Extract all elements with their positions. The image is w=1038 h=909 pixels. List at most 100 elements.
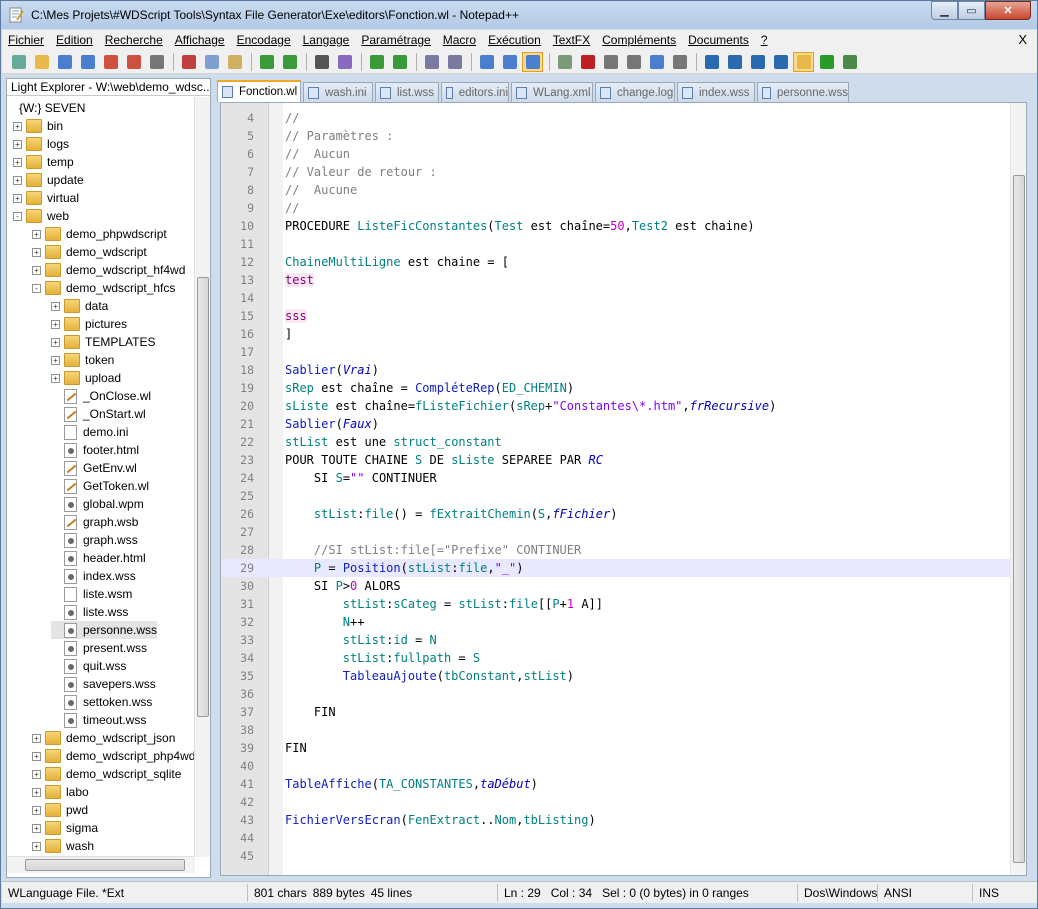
code-line[interactable]: 42 xyxy=(221,793,1011,811)
code-line[interactable]: 23 POUR TOUTE CHAINE S DE sListe SEPAREE … xyxy=(221,451,1011,469)
expand-icon[interactable]: + xyxy=(13,139,22,149)
explorer-hscroll-thumb[interactable] xyxy=(25,859,185,871)
tree-item[interactable]: + labo xyxy=(32,783,89,801)
menu-compl-ments[interactable]: Compléments xyxy=(596,33,682,47)
status-eol[interactable]: Dos\Windows xyxy=(798,883,878,902)
code-line[interactable]: 10 PROCEDURE ListeFicConstantes(Test est … xyxy=(221,217,1011,235)
code-line[interactable]: 31 stList:sCateg = stList:file[[P+1 A]] xyxy=(221,595,1011,613)
menu-documents[interactable]: Documents xyxy=(682,33,755,47)
save-macro-button[interactable] xyxy=(669,52,690,72)
code-line[interactable]: 27 xyxy=(221,523,1011,541)
close-button[interactable] xyxy=(100,52,121,72)
paste-button[interactable] xyxy=(224,52,245,72)
menu-macro[interactable]: Macro xyxy=(437,33,482,47)
code-line[interactable]: 25 xyxy=(221,487,1011,505)
code-line[interactable]: 34 stList:fullpath = S xyxy=(221,649,1011,667)
menu-edition[interactable]: Edition xyxy=(50,33,99,47)
tree-item[interactable]: + temp xyxy=(13,153,74,171)
tree-item[interactable]: personne.wss xyxy=(51,621,158,639)
tree-item[interactable]: footer.html xyxy=(51,441,139,459)
tree-item[interactable]: {W:} SEVEN xyxy=(17,99,85,117)
tab-index-wss[interactable]: index.wss xyxy=(677,82,755,102)
code-line[interactable]: 22 stList est une struct_constant xyxy=(221,433,1011,451)
tree-item[interactable]: + demo_wdscript_sqlite xyxy=(32,765,181,783)
menu-help[interactable]: ? xyxy=(755,33,774,47)
minimize-button[interactable]: ▁ xyxy=(931,1,958,20)
code-line[interactable]: 32 N++ xyxy=(221,613,1011,631)
tab-wlang-xml[interactable]: WLang.xml xyxy=(511,82,593,102)
tree-item[interactable]: + logs xyxy=(13,135,69,153)
code-line[interactable]: 26 stList:file() = fExtraitChemin(S,fFic… xyxy=(221,505,1011,523)
code-line[interactable]: 41 TableAffiche(TA_CONSTANTES,taDébut) xyxy=(221,775,1011,793)
expand-icon[interactable]: + xyxy=(51,355,60,365)
tree-item[interactable]: - web xyxy=(13,207,69,225)
tree-item[interactable]: + upload xyxy=(51,369,121,387)
tree-item[interactable]: + demo_wdscript_php4wd xyxy=(32,747,195,765)
close-document-button[interactable]: X xyxy=(1018,32,1027,47)
tree-item[interactable]: timeout.wss xyxy=(51,711,146,729)
tree-item[interactable]: + demo_wdscript_json xyxy=(32,729,175,747)
tree-item[interactable]: graph.wss xyxy=(51,531,138,549)
tree-item[interactable]: + sigma xyxy=(32,819,98,837)
code-line[interactable]: 4 // xyxy=(221,109,1011,127)
tree-item[interactable]: + demo_wdscript xyxy=(32,243,147,261)
code-line[interactable]: 24 SI S="" CONTINUER xyxy=(221,469,1011,487)
code-line[interactable]: 36 xyxy=(221,685,1011,703)
folder-panel-button[interactable] xyxy=(793,51,814,72)
menu-recherche[interactable]: Recherche xyxy=(99,33,169,47)
expand-icon[interactable]: + xyxy=(32,841,41,851)
code-line[interactable]: 9 // xyxy=(221,199,1011,217)
menu-ex-cution[interactable]: Exécution xyxy=(482,33,547,47)
expand-icon[interactable]: + xyxy=(51,319,60,329)
expand-icon[interactable]: + xyxy=(32,265,41,275)
tree-item[interactable]: + pictures xyxy=(51,315,127,333)
tree-item[interactable]: demo.ini xyxy=(51,423,128,441)
editor-vertical-scrollbar[interactable] xyxy=(1010,103,1026,875)
undo-button[interactable] xyxy=(256,52,277,72)
tree-item[interactable]: + pwd xyxy=(32,801,88,819)
tree-item[interactable]: + wash xyxy=(32,837,94,855)
editor-scroll-thumb[interactable] xyxy=(1013,175,1025,863)
tree-item[interactable]: liste.wss xyxy=(51,603,128,621)
stop-macro-button[interactable] xyxy=(600,52,621,72)
tree-item[interactable]: present.wss xyxy=(51,639,147,657)
expand-icon[interactable]: + xyxy=(13,193,22,203)
redo-button[interactable] xyxy=(279,52,300,72)
tree-item[interactable]: + update xyxy=(13,171,84,189)
code-line[interactable]: 14 xyxy=(221,289,1011,307)
tree-item[interactable]: + bin xyxy=(13,117,63,135)
explorer-scroll-thumb[interactable] xyxy=(197,277,209,717)
code-line[interactable]: 28 //SI stList:file[="Prefixe" CONTINUER xyxy=(221,541,1011,559)
title-bar[interactable]: C:\Mes Projets\#WDScript Tools\Syntax Fi… xyxy=(1,1,1037,29)
cut-button[interactable] xyxy=(178,52,199,72)
tab-personne-wss[interactable]: personne.wss xyxy=(757,82,849,102)
code-line[interactable]: 15 sss xyxy=(221,307,1011,325)
tree-item[interactable]: GetEnv.wl xyxy=(51,459,137,477)
menu-encodage[interactable]: Encodage xyxy=(231,33,297,47)
menu-langage[interactable]: Langage xyxy=(297,33,356,47)
record-macro-button[interactable] xyxy=(577,52,598,72)
find-button[interactable] xyxy=(311,52,332,72)
code-line[interactable]: 30 SI P>0 ALORS xyxy=(221,577,1011,595)
code-line[interactable]: 40 xyxy=(221,757,1011,775)
tree-item[interactable]: liste.wsm xyxy=(51,585,132,603)
maximize-button[interactable]: ▭ xyxy=(958,1,985,20)
close-window-button[interactable]: ✕ xyxy=(985,1,1031,20)
tree-item[interactable]: settoken.wss xyxy=(51,693,152,711)
code-line[interactable]: 45 xyxy=(221,847,1011,865)
zoom-out-button[interactable] xyxy=(389,52,410,72)
save-button[interactable] xyxy=(54,52,75,72)
down-button[interactable] xyxy=(747,52,768,72)
code-line[interactable]: 17 xyxy=(221,343,1011,361)
code-line[interactable]: 21 Sablier(Faux) xyxy=(221,415,1011,433)
code-line[interactable]: 8 // Aucune xyxy=(221,181,1011,199)
collapse-icon[interactable]: - xyxy=(13,211,22,221)
file-tree[interactable]: {W:} SEVEN + bin + logs + temp + update + virtual -… xyxy=(7,97,195,857)
spellcheck-button[interactable] xyxy=(839,52,860,72)
tab-wash-ini[interactable]: wash.ini xyxy=(303,82,373,102)
zoom-in-button[interactable] xyxy=(366,52,387,72)
code-line[interactable]: 12 ChaineMultiLigne est chaine = [ xyxy=(221,253,1011,271)
code-line[interactable]: 38 xyxy=(221,721,1011,739)
code-line[interactable]: 20 sListe est chaîne=fListeFichier(sRep+"… xyxy=(221,397,1011,415)
status-encoding[interactable]: ANSI xyxy=(878,883,973,902)
